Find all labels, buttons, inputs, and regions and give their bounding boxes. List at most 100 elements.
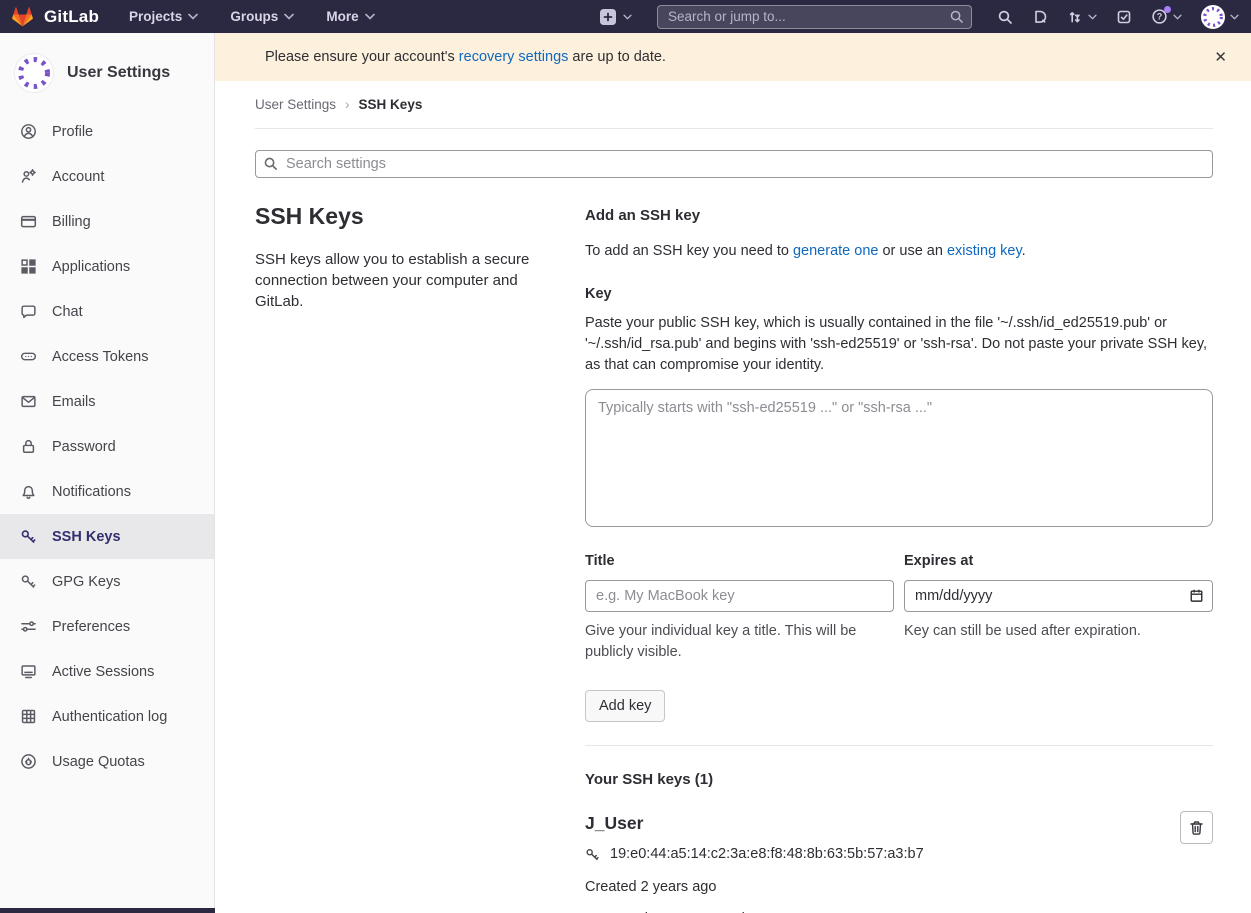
generate-one-link[interactable]: generate one xyxy=(793,243,878,259)
expires-date-wrap xyxy=(904,580,1213,612)
sidebar-item-profile[interactable]: Profile xyxy=(0,109,214,154)
page-title: SSH Keys xyxy=(255,203,555,230)
sidebar-item-label: Access Tokens xyxy=(52,349,148,365)
sidebar-item-account[interactable]: Account xyxy=(0,154,214,199)
user-menu[interactable] xyxy=(1201,5,1239,29)
issues-icon[interactable] xyxy=(1032,9,1048,25)
sidebar-item-password[interactable]: Password xyxy=(0,424,214,469)
settings-search-input[interactable] xyxy=(255,150,1213,178)
global-search xyxy=(657,5,972,29)
merge-requests-menu[interactable] xyxy=(1067,9,1097,25)
sidebar-item-label: Notifications xyxy=(52,484,131,500)
chevron-down-icon xyxy=(284,13,294,20)
chevron-down-icon xyxy=(1230,14,1239,20)
notification-dot xyxy=(1164,6,1171,13)
search-icon[interactable] xyxy=(997,9,1013,25)
top-navigation-bar: GitLab Projects Groups More xyxy=(0,0,1251,33)
sidebar-item-applications[interactable]: Applications xyxy=(0,244,214,289)
key-last-used: Last used: Never xyxy=(585,909,695,913)
profile-icon xyxy=(20,123,37,140)
nav-more-label: More xyxy=(326,9,358,24)
search-icon xyxy=(949,9,964,24)
svg-text:?: ? xyxy=(1157,12,1163,22)
access-tokens-icon xyxy=(20,348,37,365)
existing-key-link[interactable]: existing key xyxy=(947,243,1022,259)
help-menu[interactable]: ? xyxy=(1151,8,1182,25)
billing-icon xyxy=(20,213,37,230)
breadcrumb-user-settings[interactable]: User Settings xyxy=(255,97,336,112)
sidebar-item-emails[interactable]: Emails xyxy=(0,379,214,424)
brand-name: GitLab xyxy=(44,7,99,27)
key-field-description: Paste your public SSH key, which is usua… xyxy=(585,313,1213,376)
global-search-input[interactable] xyxy=(657,5,972,29)
search-icon xyxy=(263,156,278,171)
account-icon xyxy=(20,168,37,185)
plus-menu-icon xyxy=(600,9,616,25)
add-key-button[interactable]: Add key xyxy=(585,690,665,722)
sidebar-item-access-tokens[interactable]: Access Tokens xyxy=(0,334,214,379)
sidebar-item-label: Emails xyxy=(52,394,96,410)
main-content: Please ensure your account's recovery se… xyxy=(215,33,1251,913)
title-help-text: Give your individual key a title. This w… xyxy=(585,621,894,663)
title-input[interactable] xyxy=(585,580,894,612)
new-menu-button[interactable] xyxy=(600,9,632,25)
sidebar-item-authentication-log[interactable]: Authentication log xyxy=(0,694,214,739)
add-ssh-key-heading: Add an SSH key xyxy=(585,206,1213,226)
nav-projects[interactable]: Projects xyxy=(129,9,198,24)
emails-icon xyxy=(20,393,37,410)
sidebar-item-chat[interactable]: Chat xyxy=(0,289,214,334)
sidebar-item-label: Account xyxy=(52,169,104,185)
sidebar-item-label: Active Sessions xyxy=(52,664,154,680)
fingerprint-row: 19:e0:44:a5:14:c2:3a:e8:f8:48:8b:63:5b:5… xyxy=(585,844,1158,864)
section-description-panel: SSH Keys SSH keys allow you to establish… xyxy=(255,203,555,913)
sidebar-item-notifications[interactable]: Notifications xyxy=(0,469,214,514)
gpg-key-icon xyxy=(20,573,37,590)
sidebar-item-label: GPG Keys xyxy=(52,574,121,590)
expires-at-input[interactable] xyxy=(904,580,1213,612)
sidebar-item-gpg-keys[interactable]: GPG Keys xyxy=(0,559,214,604)
help-icon: ? xyxy=(1151,8,1168,25)
your-ssh-keys-heading: Your SSH keys (1) xyxy=(585,770,1213,790)
key-field-label: Key xyxy=(585,284,1213,304)
sidebar-item-label: Authentication log xyxy=(52,709,167,725)
expires-field-label: Expires at xyxy=(904,551,1213,571)
key-meta-row: Last used: Never Expires: Never xyxy=(585,909,1158,913)
alert-text-after: are up to date. xyxy=(568,49,666,65)
delete-key-button[interactable] xyxy=(1180,811,1213,844)
sidebar-item-ssh-keys[interactable]: SSH Keys xyxy=(0,514,214,559)
gitlab-logo[interactable]: GitLab xyxy=(10,4,99,29)
intro-text-after: . xyxy=(1022,243,1026,259)
title-expires-row: Title Give your individual key a title. … xyxy=(585,551,1213,663)
sidebar-item-billing[interactable]: Billing xyxy=(0,199,214,244)
breadcrumb: User Settings › SSH Keys xyxy=(255,81,1213,129)
alert-text: Please ensure your account's recovery se… xyxy=(265,49,666,65)
chevron-down-icon xyxy=(623,14,632,20)
breadcrumb-ssh-keys: SSH Keys xyxy=(359,97,423,112)
recovery-settings-link[interactable]: recovery settings xyxy=(459,49,569,65)
ssh-key-textarea[interactable] xyxy=(585,389,1213,527)
trash-icon xyxy=(1189,820,1204,836)
sidebar-header: User Settings xyxy=(0,33,214,109)
usage-quotas-icon xyxy=(20,753,37,770)
intro-text-middle: or use an xyxy=(878,243,947,259)
sidebar-item-usage-quotas[interactable]: Usage Quotas xyxy=(0,739,214,784)
recovery-settings-alert: Please ensure your account's recovery se… xyxy=(215,33,1251,81)
chevron-down-icon xyxy=(188,13,198,20)
sidebar-item-label: Billing xyxy=(52,214,91,230)
settings-search xyxy=(255,150,1213,178)
expires-help-text: Key can still be used after expiration. xyxy=(904,621,1213,642)
alert-text-before: Please ensure your account's xyxy=(265,49,459,65)
preferences-icon xyxy=(20,618,37,635)
sidebar-item-label: SSH Keys xyxy=(52,529,121,545)
alert-close-button[interactable]: ✕ xyxy=(1208,44,1233,70)
sidebar-nav: Profile Account Billing Applications Cha… xyxy=(0,109,214,784)
ssh-key-list-item: J_User 19:e0:44:a5:14:c2:3a:e8:f8:48:8b:… xyxy=(585,813,1213,913)
nav-more[interactable]: More xyxy=(326,9,374,24)
todo-icon[interactable] xyxy=(1116,9,1132,25)
sidebar-item-preferences[interactable]: Preferences xyxy=(0,604,214,649)
page-body: SSH Keys SSH keys allow you to establish… xyxy=(215,150,1251,913)
sidebar-item-active-sessions[interactable]: Active Sessions xyxy=(0,649,214,694)
user-settings-avatar xyxy=(14,53,54,93)
chevron-down-icon xyxy=(1088,14,1097,20)
nav-groups[interactable]: Groups xyxy=(230,9,294,24)
